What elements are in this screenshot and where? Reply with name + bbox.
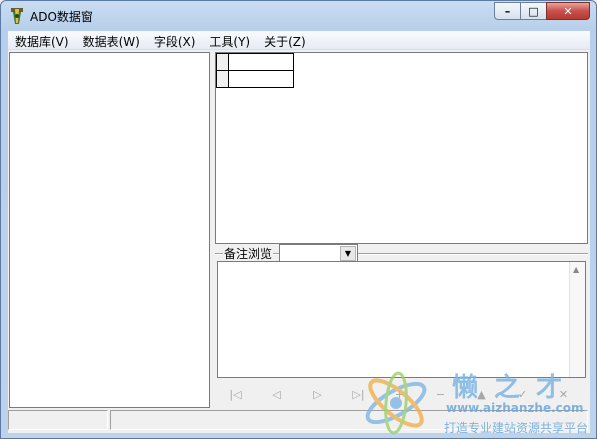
window-title: ADO数据窗	[30, 10, 93, 24]
last-record-icon: ▷|	[352, 387, 365, 401]
minimize-icon: –	[504, 4, 511, 18]
grid-column-header[interactable]	[228, 53, 294, 71]
cancel-record-icon: ✕	[558, 387, 569, 401]
memo-group: 备注浏览 ▼ ▲	[215, 244, 588, 378]
post-record-icon: ✓	[517, 387, 528, 401]
delete-record-button[interactable]: −	[420, 383, 461, 405]
client-area: 数据库(V) 数据表(W) 字段(X) 工具(Y) 关于(Z) 备注浏览 ▼ ▲…	[8, 31, 590, 433]
app-window: ADO数据窗 – □ ✕ 数据库(V) 数据表(W) 字段(X) 工具(Y) 关…	[0, 0, 597, 439]
menu-datatable[interactable]: 数据表(W)	[76, 31, 147, 49]
caption-buttons: – □ ✕	[494, 2, 590, 20]
prior-record-icon: ◁	[272, 387, 281, 401]
prior-record-button[interactable]: ◁	[256, 383, 297, 405]
first-record-button[interactable]: |◁	[215, 383, 256, 405]
insert-record-icon: +	[394, 387, 405, 401]
app-logo-icon	[11, 8, 23, 24]
dropdown-arrow-icon[interactable]: ▼	[340, 246, 356, 261]
next-record-icon: ▷	[313, 387, 322, 401]
menu-bar: 数据库(V) 数据表(W) 字段(X) 工具(Y) 关于(Z)	[8, 31, 590, 50]
post-record-button[interactable]: ✓	[502, 383, 543, 405]
close-icon: ✕	[563, 4, 573, 18]
last-record-button[interactable]: ▷|	[338, 383, 379, 405]
cancel-record-button[interactable]: ✕	[543, 383, 584, 405]
next-record-button[interactable]: ▷	[297, 383, 338, 405]
grid-corner-cell	[216, 53, 229, 71]
menu-field[interactable]: 字段(X)	[147, 31, 203, 49]
grid-data-row	[216, 70, 294, 88]
grid-header-row	[216, 53, 294, 71]
memo-textarea[interactable]: ▲	[217, 261, 586, 378]
edit-record-button[interactable]: ▲	[461, 383, 502, 405]
status-bar	[8, 409, 590, 431]
status-panel-right	[110, 410, 588, 430]
menu-database[interactable]: 数据库(V)	[8, 31, 76, 49]
memo-label: 备注浏览	[223, 245, 274, 262]
insert-record-button[interactable]: +	[379, 383, 420, 405]
db-navigator: |◁ ◁ ▷ ▷| + − ▲ ✓ ✕	[215, 381, 588, 407]
status-panel-left	[8, 410, 108, 430]
first-record-icon: |◁	[229, 387, 242, 401]
title-bar[interactable]: ADO数据窗 – □ ✕	[1, 1, 596, 31]
table-tree-panel[interactable]	[9, 52, 210, 408]
menu-tools[interactable]: 工具(Y)	[202, 31, 257, 49]
close-button[interactable]: ✕	[546, 2, 590, 20]
maximize-button[interactable]: □	[520, 2, 546, 20]
delete-record-icon: −	[435, 387, 446, 401]
grid-table	[216, 53, 294, 88]
memo-vertical-scrollbar[interactable]: ▲	[569, 262, 585, 377]
scroll-up-icon[interactable]: ▲	[573, 265, 579, 274]
menu-about[interactable]: 关于(Z)	[257, 31, 313, 49]
grid-cell[interactable]	[228, 70, 294, 88]
minimize-button[interactable]: –	[494, 2, 520, 20]
grid-row-indicator[interactable]	[216, 70, 229, 88]
maximize-icon: □	[528, 4, 539, 18]
edit-record-icon: ▲	[477, 387, 486, 401]
data-grid[interactable]	[215, 52, 588, 244]
